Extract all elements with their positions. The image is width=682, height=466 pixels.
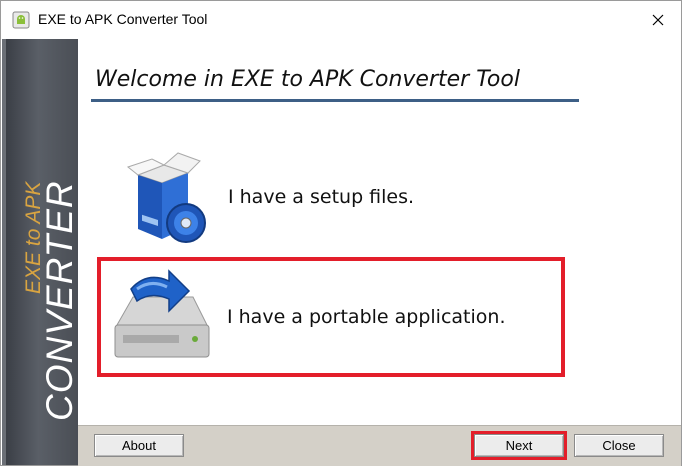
- brand-sidebar: EXE to APK CONVERTER: [2, 39, 78, 465]
- option-portable-label: I have a portable application.: [227, 306, 506, 328]
- brand-banner: EXE to APK CONVERTER: [22, 180, 78, 421]
- heading-underline: [91, 99, 579, 102]
- android-app-icon: [12, 11, 30, 29]
- button-bar: About Next Close: [78, 425, 681, 466]
- close-icon: [652, 14, 664, 26]
- window-close-button[interactable]: [635, 1, 681, 39]
- drive-download-icon: [114, 269, 210, 358]
- brand-line-2: CONVERTER: [39, 180, 78, 421]
- option-setup-label: I have a setup files.: [228, 185, 415, 208]
- title-bar: EXE to APK Converter Tool: [1, 1, 681, 39]
- option-setup-files[interactable]: I have a setup files.: [118, 144, 498, 249]
- window-title: EXE to APK Converter Tool: [38, 11, 208, 27]
- close-button[interactable]: Close: [574, 434, 664, 457]
- page-title: Welcome in EXE to APK Converter Tool: [95, 67, 520, 92]
- option-portable-application[interactable]: I have a portable application.: [97, 257, 565, 377]
- about-button[interactable]: About: [94, 434, 184, 457]
- setup-box-icon: [126, 151, 206, 243]
- main-content: Welcome in EXE to APK Converter Tool I h…: [78, 39, 681, 425]
- next-button[interactable]: Next: [471, 431, 567, 460]
- app-window: EXE to APK Converter Tool EXE to APK CON…: [0, 0, 682, 466]
